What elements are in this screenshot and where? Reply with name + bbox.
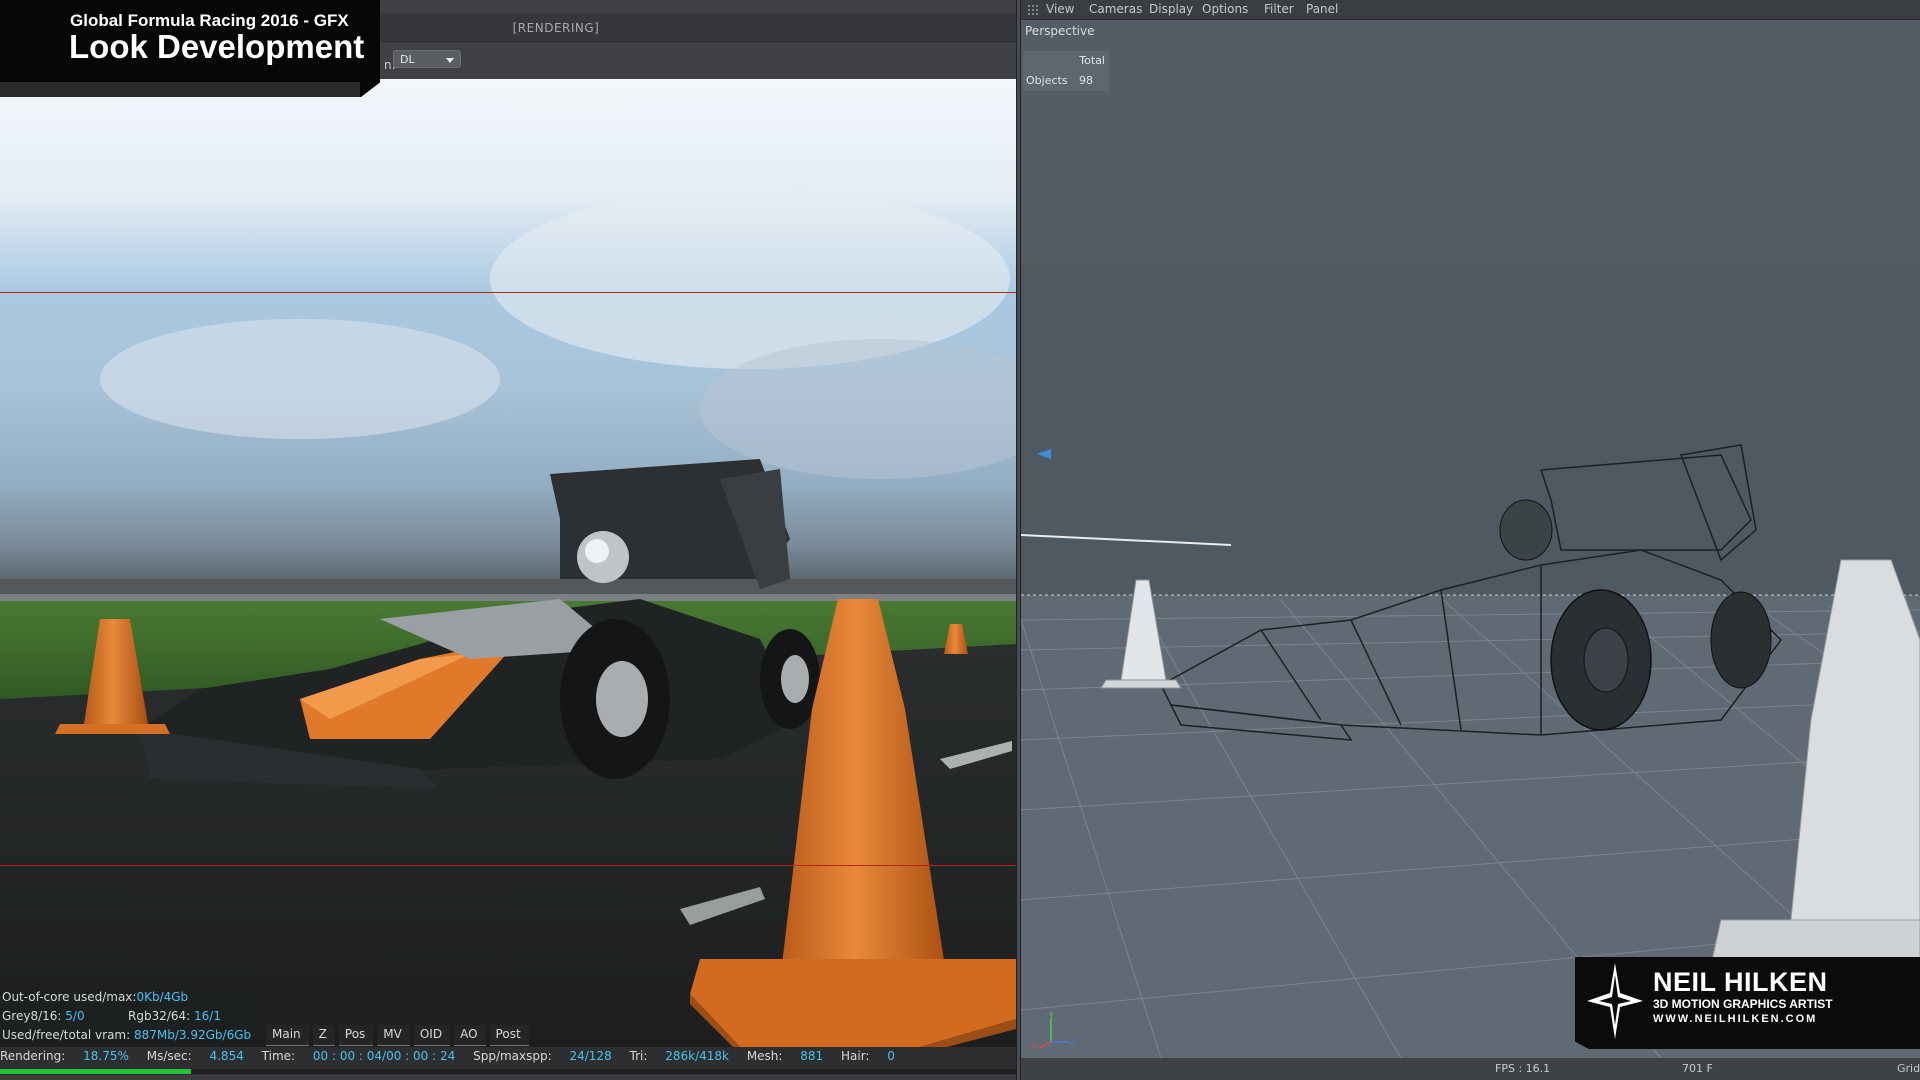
time-stat: Time: 00 : 00 : 04/00 : 00 : 24 [262, 1049, 456, 1063]
watermark-name: NEIL HILKEN [1653, 967, 1828, 997]
tri-label: Tri: [629, 1049, 652, 1063]
svg-text:X: X [1031, 1042, 1037, 1051]
spp-value: 24/128 [569, 1049, 612, 1063]
navigation-arrow-icon [1037, 449, 1051, 459]
render-progress-bar [0, 1069, 1016, 1074]
time-label: Time: [261, 1049, 299, 1063]
render-status-bar: Rendering: 18.75% Ms/sec: 4.854 Time: 00… [0, 1047, 1016, 1075]
mssec-value: 4.854 [209, 1049, 244, 1063]
render-progress-fill [0, 1069, 191, 1074]
menu-options[interactable]: Options [1202, 2, 1248, 16]
watermark-role: 3D MOTION GRAPHICS ARTIST [1653, 997, 1833, 1011]
grid-label: Grid [1897, 1062, 1920, 1075]
texture-stat: Grey8/16: 5/0 Rgb32/64: 16/1 [0, 1007, 260, 1025]
title-badge-title: Look Development [69, 28, 365, 65]
stats-objects-value: 98 [1079, 74, 1093, 87]
tri-stat: Tri: 286k/418k [630, 1049, 729, 1063]
rgb-label: Rgb32/64: [128, 1009, 195, 1023]
title-badge-stripe [0, 82, 360, 97]
outofcore-stat: Out-of-core used/max:0Kb/4Gb [0, 988, 260, 1006]
star-logo-icon [1587, 963, 1643, 1039]
kernel-select[interactable]: DL [393, 50, 461, 68]
title-badge: Global Formula Racing 2016 - GFX Look De… [0, 0, 380, 97]
spp-label: Spp/maxspp: [473, 1049, 556, 1063]
safe-frame-top-guide [0, 292, 1016, 293]
pass-tab-oid[interactable]: OID [413, 1025, 451, 1046]
render-pass-tabs: Main Z Pos MV OID AO Post [266, 1025, 533, 1046]
viewport-panel[interactable]: View Cameras Display Options Filter Pane… [1021, 0, 1920, 1080]
outofcore-label: Out-of-core used/max: [2, 990, 137, 1004]
outofcore-value: 0Kb/4Gb [136, 990, 189, 1004]
menu-display[interactable]: Display [1149, 2, 1193, 16]
scene-stats-box: Total Objects 98 [1023, 51, 1109, 91]
rgb-stat: Rgb32/64: 16/1 [128, 1007, 221, 1025]
hair-label: Hair: [841, 1049, 874, 1063]
rendering-label: Rendering: [0, 1049, 70, 1063]
pass-tab-pos[interactable]: Pos [338, 1025, 374, 1046]
rendering-value: 18.75% [83, 1049, 129, 1063]
mesh-value: 881 [800, 1049, 824, 1063]
vram-stat: Used/free/total vram: 887Mb/3.92Gb/6Gb [0, 1026, 260, 1044]
artist-watermark: NEIL HILKEN 3D MOTION GRAPHICS ARTIST WW… [1575, 957, 1920, 1049]
axis-gizmo-icon: Y Z X [1031, 1012, 1076, 1051]
pass-tab-mv[interactable]: MV [377, 1025, 410, 1046]
time-value: 00 : 00 : 04/00 : 00 : 24 [312, 1049, 456, 1063]
viewport-footer: FPS : 16.1 701 F Grid [1021, 1058, 1920, 1080]
viewport-menubar: View Cameras Display Options Filter Pane… [1021, 0, 1920, 20]
pass-tab-ao[interactable]: AO [454, 1025, 486, 1046]
frame-readout: 701 F [1682, 1062, 1713, 1075]
menu-panel[interactable]: Panel [1306, 2, 1338, 16]
render-scene-illustration [0, 189, 1016, 1047]
mesh-stat: Mesh: 881 [747, 1049, 823, 1063]
pass-tab-post[interactable]: Post [489, 1025, 529, 1046]
tri-value: 286k/418k [665, 1049, 729, 1063]
viewport-wireframe-illustration [1021, 444, 1920, 1058]
pass-tab-z[interactable]: Z [312, 1025, 335, 1046]
safe-frame-bottom-guide [0, 865, 1016, 866]
mssec-stat: Ms/sec: 4.854 [147, 1049, 244, 1063]
grey-value: 5/0 [65, 1009, 85, 1023]
render-status-title: [RENDERING] [512, 21, 600, 35]
vram-label: Used/free/total vram: [2, 1028, 134, 1042]
mssec-label: Ms/sec: [146, 1049, 196, 1063]
stats-header: Total [1079, 54, 1105, 67]
svg-text:Y: Y [1048, 1012, 1054, 1020]
rendering-stat: Rendering: 18.75% [0, 1049, 129, 1063]
render-status-line: Rendering: 18.75% Ms/sec: 4.854 Time: 00… [0, 1049, 909, 1063]
kernel-select-value: DL [400, 53, 415, 66]
camera-name-label[interactable]: Perspective [1025, 24, 1095, 38]
watermark-url: WWW.NEILHILKEN.COM [1653, 1013, 1818, 1025]
vram-value: 887Mb/3.92Gb/6Gb [133, 1028, 252, 1042]
stats-objects-label: Objects [1026, 74, 1068, 87]
menu-view[interactable]: View [1046, 2, 1074, 16]
chevron-down-icon [446, 58, 454, 63]
grey-label: Grey8/16: [2, 1009, 66, 1023]
grip-icon[interactable] [1027, 4, 1039, 15]
fps-readout: FPS : 16.1 [1495, 1062, 1551, 1075]
spp-stat: Spp/maxspp: 24/128 [473, 1049, 612, 1063]
hair-stat: Hair: 0 [841, 1049, 895, 1063]
menu-cameras[interactable]: Cameras [1089, 2, 1142, 16]
pass-tab-main[interactable]: Main [266, 1025, 309, 1046]
render-image[interactable] [0, 79, 1016, 1047]
menu-filter[interactable]: Filter [1264, 2, 1294, 16]
rgb-value: 16/1 [194, 1009, 221, 1023]
render-window: [RENDERING] n: DL Out-of-core used/max:0… [0, 0, 1016, 1080]
hair-value: 0 [887, 1049, 895, 1063]
svg-text:Z: Z [1070, 1038, 1076, 1047]
mesh-label: Mesh: [746, 1049, 787, 1063]
